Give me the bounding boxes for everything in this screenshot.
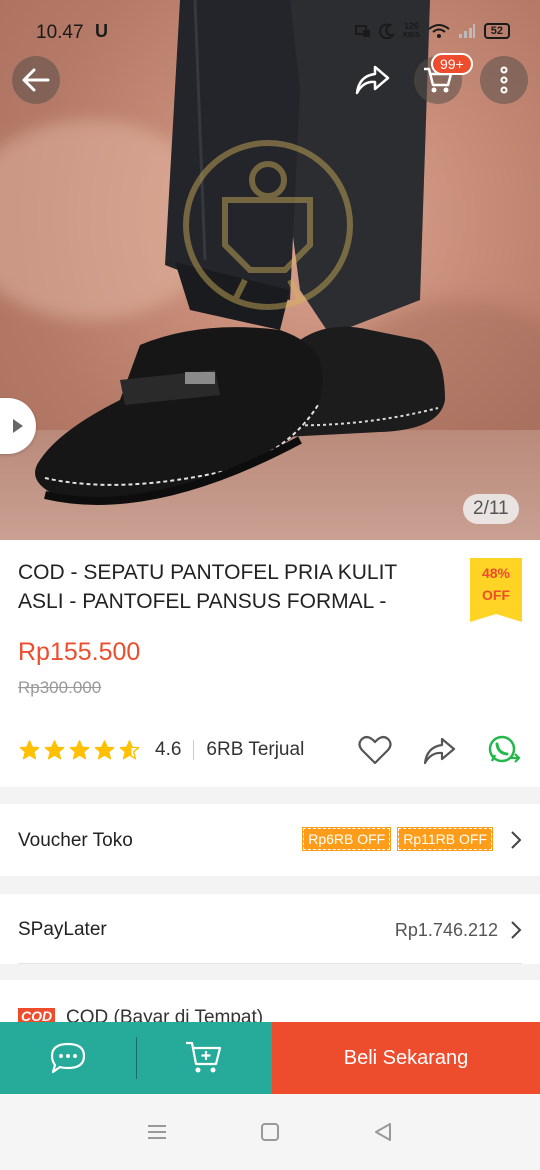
signal-icon — [458, 24, 475, 38]
spaylater-row[interactable]: SPayLater Rp1.746.212 — [0, 894, 540, 964]
star-icon — [94, 740, 115, 760]
divider — [193, 740, 195, 760]
whatsapp-icon[interactable] — [486, 734, 522, 766]
rating-row: 4.6 6RB Terjual — [18, 730, 522, 770]
moon-icon — [379, 23, 396, 39]
heart-icon[interactable] — [358, 735, 392, 765]
cod-row[interactable]: COD COD (Bayar di Tempat) — [0, 980, 540, 1024]
share-icon[interactable] — [422, 735, 456, 765]
carrier-icon: U — [95, 21, 108, 41]
cart-badge: 99+ — [431, 53, 473, 75]
more-vertical-icon — [500, 66, 508, 94]
back-arrow-icon — [22, 68, 50, 92]
chevron-right-icon — [511, 921, 522, 939]
chat-button[interactable] — [0, 1022, 136, 1094]
voucher-row[interactable]: Voucher Toko Rp6RB OFF Rp11RB OFF — [0, 804, 540, 876]
original-price: Rp300.000 — [18, 678, 102, 697]
star-icon — [69, 740, 90, 760]
rating-value: 4.6 — [155, 739, 182, 760]
play-icon — [13, 419, 23, 433]
spaylater-value: Rp1.746.212 — [394, 920, 498, 940]
add-to-cart-icon — [186, 1041, 222, 1073]
share-button[interactable] — [348, 56, 396, 104]
chevron-right-icon — [511, 831, 522, 849]
star-icon — [119, 740, 140, 760]
image-counter: 2/11 — [463, 494, 519, 524]
battery-indicator: 52 — [483, 23, 510, 39]
chat-icon — [50, 1042, 85, 1074]
share-icon — [355, 65, 390, 95]
product-title: COD - SEPATU PANTOFEL PRIA KULIT ASLI - … — [18, 561, 397, 613]
star-icon — [44, 740, 65, 760]
back-button[interactable] — [12, 56, 60, 104]
network-speed: 126 KB/S — [403, 21, 420, 40]
add-to-cart-button[interactable] — [137, 1022, 273, 1094]
cast-icon — [355, 25, 371, 37]
rating-stars[interactable] — [18, 739, 141, 761]
discount-badge: 48% OFF — [470, 558, 522, 622]
discount-label: OFF — [482, 587, 510, 603]
back-triangle-icon[interactable] — [372, 1121, 394, 1143]
status-time: 10.47 — [36, 22, 84, 43]
spaylater-label: SPayLater — [18, 919, 107, 940]
home-square-icon[interactable] — [259, 1121, 281, 1143]
product-info: COD - SEPATU PANTOFEL PRIA KULIT ASLI - … — [0, 540, 540, 787]
star-icon — [19, 740, 40, 760]
system-nav-bar — [0, 1094, 540, 1170]
voucher-label: Voucher Toko — [18, 830, 133, 851]
voucher-tags: Rp6RB OFF Rp11RB OFF — [295, 827, 493, 851]
discount-percent: 48% — [481, 565, 511, 581]
bottom-action-bar: Beli Sekarang — [0, 1022, 540, 1094]
buy-now-button[interactable]: Beli Sekarang — [272, 1022, 540, 1094]
voucher-tag: Rp11RB OFF — [397, 827, 493, 851]
sold-count: 6RB Terjual — [206, 739, 305, 760]
more-button[interactable] — [480, 56, 528, 104]
product-price: Rp155.500 — [18, 638, 141, 666]
wifi-icon — [428, 24, 450, 38]
menu-icon[interactable] — [146, 1123, 168, 1141]
voucher-tag: Rp6RB OFF — [302, 827, 392, 851]
